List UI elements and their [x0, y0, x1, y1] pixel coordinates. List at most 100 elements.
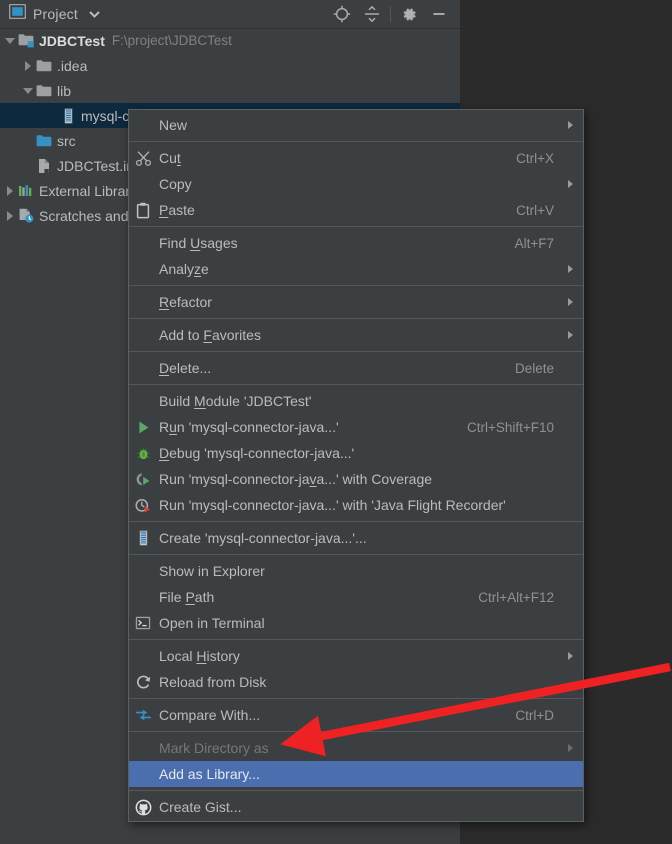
- menu-item-cut[interactable]: Cut Ctrl+X: [129, 145, 583, 171]
- menu-item-copy[interactable]: Copy: [129, 171, 583, 197]
- menu-item-label: Run 'mysql-connector-java...' with Cover…: [159, 471, 433, 487]
- folder-icon: [35, 53, 53, 78]
- menu-item-compare-with[interactable]: Compare With... Ctrl+D: [129, 702, 583, 728]
- jar-icon: [59, 103, 77, 128]
- tree-node-label: src: [57, 132, 76, 149]
- scratches-icon: [17, 203, 35, 228]
- menu-item-shortcut: Delete: [514, 360, 554, 376]
- menu-item-refactor[interactable]: Refactor: [129, 289, 583, 315]
- menu-item-debug[interactable]: Debug 'mysql-connector-java...': [129, 440, 583, 466]
- submenu-arrow-icon: [557, 121, 575, 129]
- menu-item-label: Show in Explorer: [159, 563, 265, 579]
- menu-item-label: Refactor: [159, 294, 212, 310]
- menu-icon-placeholder: [129, 289, 157, 315]
- menu-item-label: Create 'mysql-connector-java...'...: [159, 530, 367, 546]
- menu-icon-placeholder: [129, 171, 157, 197]
- tree-node-label: lib: [57, 82, 72, 99]
- tool-window-actions: [327, 0, 454, 28]
- menu-separator: [129, 731, 583, 732]
- menu-item-shortcut: Ctrl+D: [515, 707, 554, 723]
- menu-item-label: Delete...: [159, 360, 212, 376]
- menu-item-find-usages[interactable]: Find Usages Alt+F7: [129, 230, 583, 256]
- menu-item-label: Analyze: [159, 261, 209, 277]
- menu-item-label: Find Usages: [159, 235, 238, 251]
- menu-icon-placeholder: [129, 256, 157, 282]
- menu-item-label: Add as Library...: [159, 766, 260, 782]
- scissors-icon: [129, 145, 157, 171]
- module-icon: [17, 28, 35, 53]
- menu-item-add-as-library[interactable]: Add as Library...: [129, 761, 583, 787]
- menu-item-label: Run 'mysql-connector-java...': [159, 419, 339, 435]
- chevron-down-icon[interactable]: [20, 78, 35, 103]
- menu-item-paste[interactable]: Paste Ctrl+V: [129, 197, 583, 223]
- menu-item-add-to-favorites[interactable]: Add to Favorites: [129, 322, 583, 348]
- menu-item-run[interactable]: Run 'mysql-connector-java...' Ctrl+Shift+…: [129, 414, 583, 440]
- menu-item-shortcut: Ctrl+Alt+F12: [478, 589, 554, 605]
- menu-icon-placeholder: [129, 761, 157, 787]
- tool-window-title-group[interactable]: Project: [0, 3, 100, 24]
- menu-icon-placeholder: [129, 388, 157, 414]
- menu-icon-placeholder: [129, 735, 157, 761]
- tree-node[interactable]: lib: [0, 78, 460, 103]
- menu-item-analyze[interactable]: Analyze: [129, 256, 583, 282]
- menu-item-label: Open in Terminal: [159, 615, 265, 631]
- chevron-right-icon[interactable]: [20, 53, 35, 78]
- menu-separator: [129, 698, 583, 699]
- tool-window-header: Project: [0, 0, 460, 29]
- locate-in-tree-icon[interactable]: [327, 1, 357, 27]
- chevron-down-icon[interactable]: [89, 5, 100, 23]
- flight-recorder-icon: [129, 492, 157, 518]
- tree-node-path: F:\project\JDBCTest: [111, 33, 232, 48]
- menu-item-file-path[interactable]: File Path Ctrl+Alt+F12: [129, 584, 583, 610]
- menu-separator: [129, 318, 583, 319]
- chevron-down-icon[interactable]: [2, 28, 17, 53]
- menu-icon-placeholder: [129, 230, 157, 256]
- submenu-arrow-icon: [557, 744, 575, 752]
- menu-item-shortcut: Alt+F7: [514, 235, 554, 251]
- tree-node-label: .idea: [57, 57, 88, 74]
- menu-item-show-in-explorer[interactable]: Show in Explorer: [129, 558, 583, 584]
- chevron-right-icon[interactable]: [2, 178, 17, 203]
- tree-node[interactable]: JDBCTest F:\project\JDBCTest: [0, 28, 460, 53]
- menu-icon-placeholder: [129, 558, 157, 584]
- menu-item-label: Debug 'mysql-connector-java...': [159, 445, 355, 461]
- terminal-icon: [129, 610, 157, 636]
- menu-item-delete[interactable]: Delete... Delete: [129, 355, 583, 381]
- menu-separator: [129, 554, 583, 555]
- menu-item-open-in-terminal[interactable]: Open in Terminal: [129, 610, 583, 636]
- menu-item-run-with-coverage[interactable]: Run 'mysql-connector-java...' with Cover…: [129, 466, 583, 492]
- menu-item-label: Copy: [159, 176, 192, 192]
- menu-item-new[interactable]: New: [129, 112, 583, 138]
- menu-item-create-gist[interactable]: Create Gist...: [129, 794, 583, 820]
- collapse-all-icon[interactable]: [357, 1, 387, 27]
- menu-item-shortcut: Ctrl+Shift+F10: [466, 419, 554, 435]
- minimize-icon[interactable]: [424, 1, 454, 27]
- tree-node[interactable]: .idea: [0, 53, 460, 78]
- menu-item-run-with-jfr[interactable]: Run 'mysql-connector-java...' with 'Java…: [129, 492, 583, 518]
- menu-separator: [129, 790, 583, 791]
- menu-item-reload-from-disk[interactable]: Reload from Disk: [129, 669, 583, 695]
- menu-item-label: Cut: [159, 150, 181, 166]
- menu-separator: [129, 351, 583, 352]
- chevron-right-icon[interactable]: [2, 203, 17, 228]
- context-menu[interactable]: New Cut Ctrl+X Copy Paste Ctrl+V Find Usages Al…: [128, 109, 584, 822]
- compare-icon: [129, 702, 157, 728]
- menu-item-label: Build Module 'JDBCTest': [159, 393, 312, 409]
- menu-item-label: Run 'mysql-connector-java...' with 'Java…: [159, 497, 506, 513]
- github-icon: [129, 794, 157, 820]
- coverage-icon: [129, 466, 157, 492]
- clipboard-icon: [129, 197, 157, 223]
- menu-item-local-history[interactable]: Local History: [129, 643, 583, 669]
- iml-file-icon: [35, 153, 53, 178]
- reload-icon: [129, 669, 157, 695]
- libraries-icon: [17, 178, 35, 203]
- menu-item-build-module[interactable]: Build Module 'JDBCTest': [129, 388, 583, 414]
- menu-icon-placeholder: [129, 643, 157, 669]
- run-icon: [129, 414, 157, 440]
- menu-item-mark-directory-as: Mark Directory as: [129, 735, 583, 761]
- gear-icon[interactable]: [394, 1, 424, 27]
- menu-item-create-config[interactable]: Create 'mysql-connector-java...'...: [129, 525, 583, 551]
- menu-item-label: Local History: [159, 648, 240, 664]
